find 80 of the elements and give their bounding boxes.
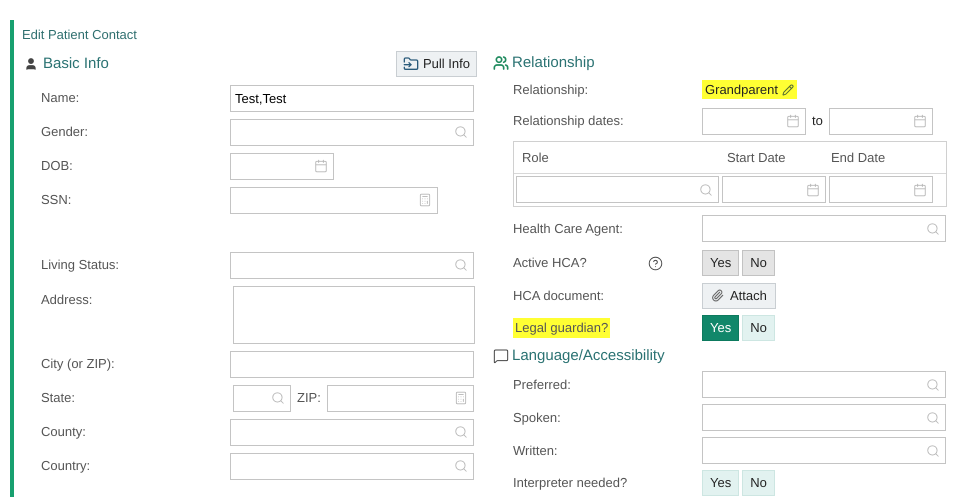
- help-icon[interactable]: [648, 256, 663, 270]
- end-date-field[interactable]: [829, 176, 933, 203]
- zip-field[interactable]: [326, 384, 474, 412]
- calendar-icon: [314, 159, 328, 173]
- lookup-field[interactable]: [230, 118, 474, 146]
- calendar-icon: [913, 182, 927, 196]
- calculator-icon: [418, 193, 432, 207]
- address-field[interactable]: [233, 286, 475, 344]
- field-label: Country:: [41, 458, 90, 473]
- state-field[interactable]: [233, 384, 291, 412]
- zip-label: ZIP:: [297, 389, 321, 408]
- field-label: Preferred:: [513, 376, 571, 392]
- start-date-field[interactable]: [722, 176, 826, 203]
- toggle-option[interactable]: Yes: [702, 470, 740, 496]
- field-label: Interpreter needed?: [513, 474, 628, 492]
- field-label: Relationship dates:: [513, 113, 624, 128]
- search-icon: [926, 222, 940, 236]
- section-heading: Relationship: [512, 52, 595, 73]
- text-field[interactable]: Test,Test: [230, 84, 474, 112]
- field-label: Name:: [41, 90, 80, 105]
- column-header: Start Date: [726, 148, 787, 167]
- folder-icon: [403, 56, 420, 72]
- section-heading: Language/Accessibility: [512, 346, 665, 366]
- lookup-field[interactable]: [702, 371, 946, 398]
- field-label: Gender:: [41, 124, 88, 139]
- search-icon: [454, 425, 468, 439]
- calendar-icon: [912, 114, 927, 128]
- field-label: Living Status:: [41, 257, 120, 272]
- search-icon: [699, 182, 713, 196]
- date-field[interactable]: [230, 152, 334, 180]
- lookup-field[interactable]: [230, 452, 474, 480]
- lookup-field[interactable]: [702, 437, 946, 464]
- person-icon: [24, 57, 38, 71]
- calendar-icon: [806, 182, 820, 196]
- field-label: DOB:: [41, 158, 73, 173]
- search-icon: [271, 391, 285, 405]
- field-label: City (or ZIP):: [41, 356, 115, 371]
- relationship-value[interactable]: Grandparent: [702, 80, 797, 100]
- field-label: Relationship:: [513, 82, 588, 96]
- lookup-field[interactable]: [702, 404, 946, 431]
- search-icon: [926, 410, 940, 424]
- field-label: HCA document:: [513, 288, 604, 302]
- speech-bubble-icon: [493, 348, 509, 364]
- lookup-field[interactable]: [230, 252, 474, 278]
- search-icon: [454, 459, 468, 473]
- lookup-field[interactable]: [230, 418, 474, 446]
- search-icon: [454, 258, 468, 272]
- toggle-option[interactable]: No: [742, 470, 775, 496]
- start-date-field[interactable]: [702, 108, 806, 134]
- to-label: to: [812, 112, 823, 130]
- column-header: End Date: [830, 148, 886, 167]
- pull-info-button[interactable]: Pull Info: [396, 51, 477, 77]
- field-label: Address:: [41, 292, 92, 307]
- pencil-icon: [782, 84, 794, 96]
- toggle-option[interactable]: No: [742, 315, 775, 341]
- attach-button[interactable]: Attach: [702, 282, 776, 308]
- section-heading: Basic Info: [43, 54, 109, 74]
- field-label: State:: [41, 390, 75, 405]
- field-label: Health Care Agent:: [513, 220, 623, 236]
- number-field[interactable]: [230, 186, 438, 214]
- search-icon: [454, 125, 468, 139]
- field-label: Written:: [513, 442, 558, 458]
- search-icon: [926, 444, 940, 458]
- role-field[interactable]: [516, 176, 719, 203]
- toggle-option[interactable]: Yes: [702, 315, 740, 341]
- field-label: Legal guardian?: [513, 318, 610, 338]
- column-header: Role: [521, 148, 550, 167]
- end-date-field[interactable]: [828, 108, 933, 134]
- search-icon: [926, 378, 940, 392]
- field-label: Active HCA?: [513, 254, 587, 272]
- text-field[interactable]: [230, 350, 474, 378]
- calendar-icon: [786, 114, 800, 128]
- field-label: Spoken:: [513, 410, 561, 424]
- lookup-field[interactable]: [702, 215, 946, 242]
- people-icon: [493, 55, 509, 71]
- field-label: County:: [41, 424, 86, 439]
- calculator-icon: [454, 391, 468, 405]
- paperclip-icon: [711, 289, 724, 302]
- page-title: Edit Patient Contact: [22, 26, 138, 44]
- field-label: SSN:: [41, 192, 72, 207]
